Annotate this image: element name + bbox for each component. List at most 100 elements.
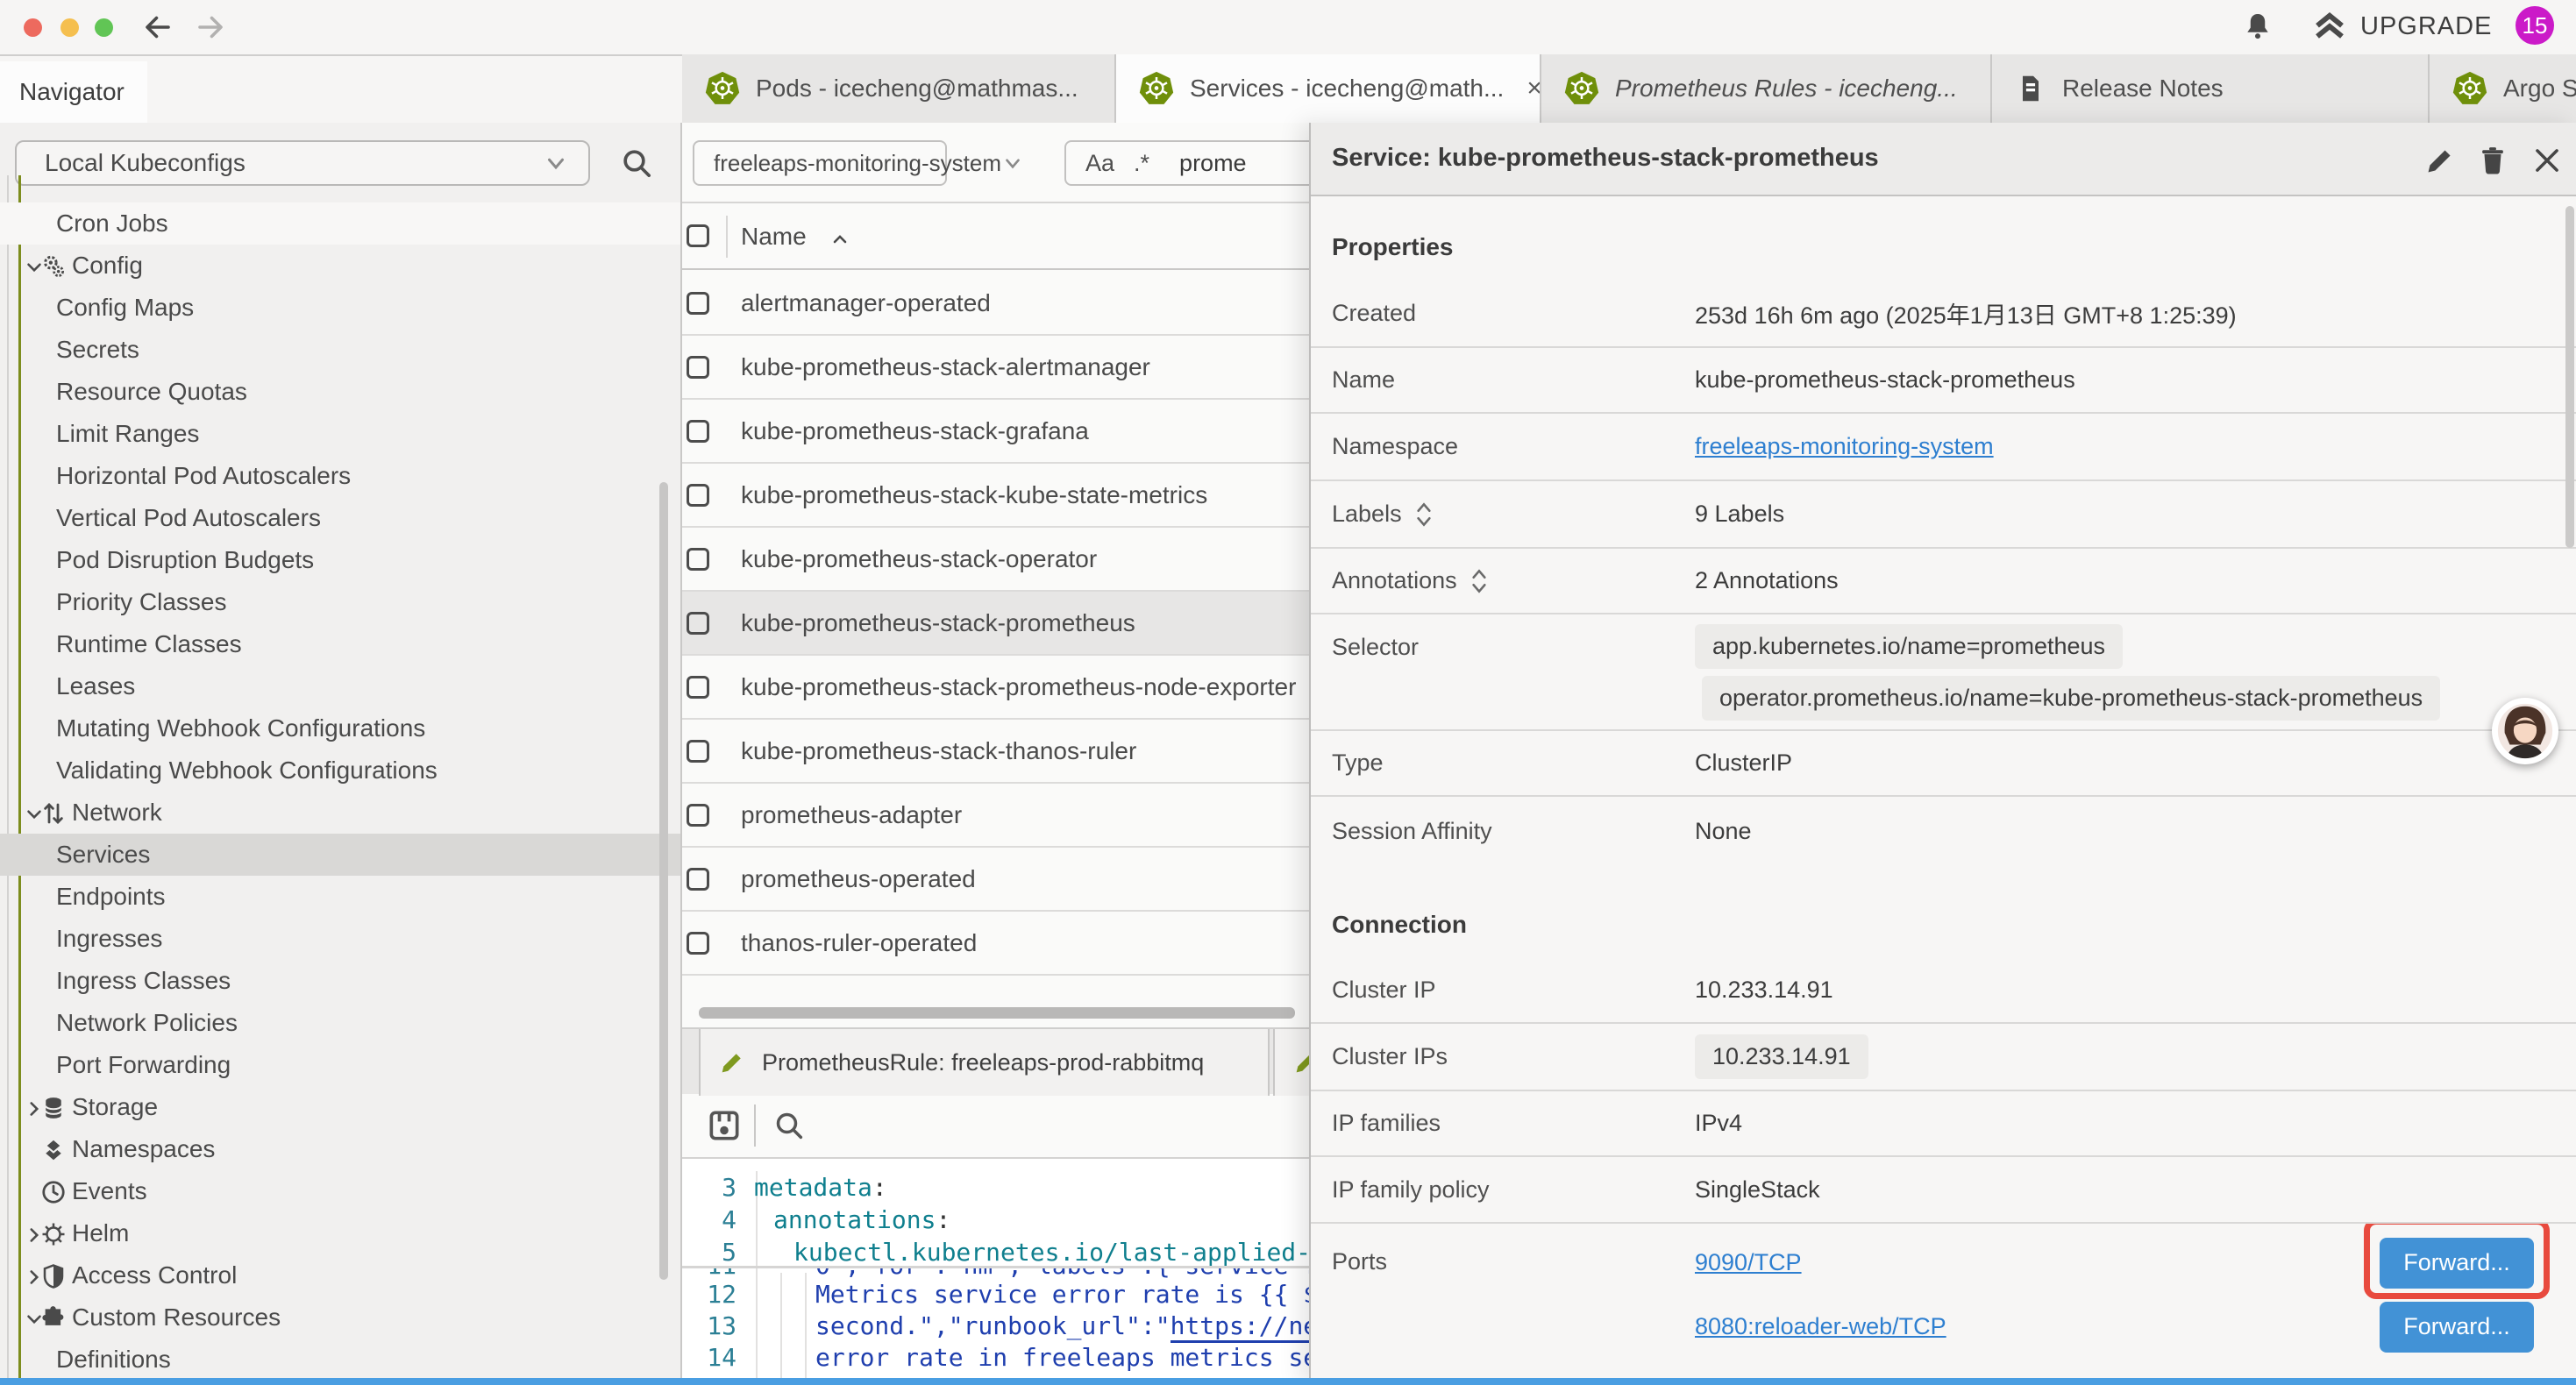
regex-toggle[interactable]: .* [1134, 150, 1149, 177]
row-checkbox[interactable] [687, 740, 709, 763]
table-row[interactable]: alertmanager-operated [682, 272, 1309, 336]
table-row[interactable]: thanos-ruler-operated [682, 912, 1309, 976]
sidebar-item-runtime-classes[interactable]: Runtime Classes [0, 623, 682, 665]
row-checkbox[interactable] [687, 868, 709, 891]
sidebar-item-custom-resources[interactable]: Custom Resources [0, 1296, 682, 1339]
filter-input[interactable]: Aa .* prome [1064, 140, 1309, 186]
table-row[interactable]: kube-prometheus-stack-alertmanager [682, 336, 1309, 400]
select-all-checkbox[interactable] [687, 224, 709, 247]
navigator-scrollbar[interactable] [659, 482, 668, 1280]
namespace-select[interactable]: freeleaps-monitoring-system [693, 140, 947, 186]
sidebar-item-ingresses[interactable]: Ingresses [0, 918, 682, 960]
tab-release[interactable]: Release Notes [1992, 54, 2430, 123]
table-row[interactable]: kube-prometheus-stack-prometheus-node-ex… [682, 656, 1309, 720]
search-icon[interactable] [619, 146, 654, 181]
tab-argo[interactable]: Argo Se [2430, 54, 2576, 123]
sidebar-item-horizontal-pod-autoscalers[interactable]: Horizontal Pod Autoscalers [0, 455, 682, 497]
minimize-window-button[interactable] [60, 18, 79, 37]
table-row[interactable]: kube-prometheus-stack-thanos-ruler [682, 720, 1309, 784]
sidebar-item-definitions[interactable]: Definitions [0, 1339, 682, 1381]
port-link[interactable]: 8080:reloader-web/TCP [1695, 1313, 1946, 1340]
sort-updown-icon[interactable] [1469, 566, 1489, 596]
table-row[interactable]: kube-prometheus-stack-prometheus [682, 592, 1309, 656]
filter-query[interactable]: prome [1179, 150, 1247, 177]
editor-tab-clipped[interactable] [1273, 1029, 1309, 1096]
row-checkbox[interactable] [687, 356, 709, 379]
sort-updown-icon[interactable] [1414, 500, 1434, 529]
sidebar-item-endpoints[interactable]: Endpoints [0, 876, 682, 918]
tab-prometheus[interactable]: Prometheus Rules - icecheng... [1541, 54, 1992, 123]
drawer-scrollbar[interactable] [2565, 206, 2574, 548]
back-icon[interactable] [142, 11, 174, 43]
maximize-window-button[interactable] [95, 18, 113, 37]
row-checkbox[interactable] [687, 484, 709, 507]
table-row[interactable]: prometheus-operated [682, 848, 1309, 912]
upgrade-icon[interactable] [2311, 9, 2348, 46]
sidebar-item-leases[interactable]: Leases [0, 665, 682, 707]
sidebar-item-mutating-webhook-configurations[interactable]: Mutating Webhook Configurations [0, 707, 682, 749]
row-checkbox[interactable] [687, 292, 709, 315]
sidebar-item-pod-disruption-budgets[interactable]: Pod Disruption Budgets [0, 539, 682, 581]
save-icon[interactable] [705, 1106, 744, 1145]
sidebar-item-priority-classes[interactable]: Priority Classes [0, 581, 682, 623]
forward-button[interactable]: Forward... [2380, 1238, 2534, 1289]
sort-ascending-icon[interactable] [829, 230, 850, 251]
sidebar-item-config[interactable]: Config [0, 245, 682, 287]
yaml-editor[interactable]: 3metadata:4annotations:5kubectl.kubernet… [682, 1159, 1309, 1385]
edit-icon[interactable] [2423, 144, 2457, 177]
tab-services[interactable]: Services - icecheng@math...× [1116, 54, 1541, 123]
avatar[interactable] [2492, 698, 2558, 764]
close-icon[interactable] [2530, 144, 2564, 177]
upgrade-label[interactable]: UPGRADE [2360, 12, 2492, 41]
table-row[interactable]: prometheus-adapter [682, 784, 1309, 848]
row-checkbox[interactable] [687, 612, 709, 635]
detail-value: 10.233.14.91 [1695, 1024, 2576, 1090]
horizontal-scrollbar[interactable] [699, 1007, 1295, 1019]
row-checkbox[interactable] [687, 548, 709, 571]
sidebar-item-access-control[interactable]: Access Control [0, 1254, 682, 1296]
forward-button[interactable]: Forward... [2380, 1302, 2534, 1353]
sidebar-item-config-maps[interactable]: Config Maps [0, 287, 682, 329]
sidebar-item-validating-webhook-configurations[interactable]: Validating Webhook Configurations [0, 749, 682, 792]
forward-icon[interactable] [195, 11, 226, 43]
table-row[interactable]: kube-prometheus-stack-grafana [682, 400, 1309, 464]
sidebar-item-helm[interactable]: Helm [0, 1212, 682, 1254]
editor-tab[interactable]: PrometheusRule: freeleaps-prod-rabbitmq [699, 1029, 1270, 1096]
sidebar-item-events[interactable]: Events [0, 1170, 682, 1212]
table-row[interactable]: kube-prometheus-stack-kube-state-metrics [682, 464, 1309, 528]
bell-icon[interactable] [2241, 11, 2274, 44]
detail-value: app.kubernetes.io/name=prometheusoperato… [1695, 614, 2576, 729]
sidebar-item-storage[interactable]: Storage [0, 1086, 682, 1128]
match-case-toggle[interactable]: Aa [1085, 150, 1114, 177]
sidebar-item-network[interactable]: Network [0, 792, 682, 834]
sidebar-item-limit-ranges[interactable]: Limit Ranges [0, 413, 682, 455]
column-header-name[interactable]: Name [741, 223, 807, 251]
notification-badge[interactable]: 15 [2516, 6, 2554, 45]
sidebar-item-vertical-pod-autoscalers[interactable]: Vertical Pod Autoscalers [0, 497, 682, 539]
close-tab-icon[interactable]: × [1526, 74, 1541, 103]
tab-pods[interactable]: Pods - icecheng@mathmas... [682, 54, 1116, 123]
sidebar-item-port-forwarding[interactable]: Port Forwarding [0, 1044, 682, 1086]
close-window-button[interactable] [24, 18, 42, 37]
tab-navigator[interactable]: Navigator [0, 61, 147, 123]
kubeconfig-select[interactable]: Local Kubeconfigs [15, 140, 590, 186]
editor-search-icon[interactable] [772, 1108, 807, 1143]
sidebar-item-namespaces[interactable]: Namespaces [0, 1128, 682, 1170]
row-checkbox[interactable] [687, 676, 709, 699]
row-checkbox[interactable] [687, 420, 709, 443]
row-checkbox[interactable] [687, 804, 709, 827]
sidebar-item-services[interactable]: Services [0, 834, 682, 876]
sidebar-item-cron-jobs[interactable]: Cron Jobs [0, 202, 682, 245]
namespace-link[interactable]: freeleaps-monitoring-system [1695, 433, 1994, 460]
value-chip: 10.233.14.91 [1695, 1034, 1868, 1079]
editor-line: 4annotations: [682, 1205, 1309, 1238]
delete-icon[interactable] [2476, 144, 2509, 177]
sidebar-item-ingress-classes[interactable]: Ingress Classes [0, 960, 682, 1002]
sidebar-item-resource-quotas[interactable]: Resource Quotas [0, 371, 682, 413]
table-row[interactable]: kube-prometheus-stack-operator [682, 528, 1309, 592]
row-checkbox[interactable] [687, 932, 709, 955]
sidebar-item-secrets[interactable]: Secrets [0, 329, 682, 371]
helm-icon [40, 1221, 67, 1247]
port-link[interactable]: 9090/TCP [1695, 1249, 1802, 1276]
sidebar-item-network-policies[interactable]: Network Policies [0, 1002, 682, 1044]
